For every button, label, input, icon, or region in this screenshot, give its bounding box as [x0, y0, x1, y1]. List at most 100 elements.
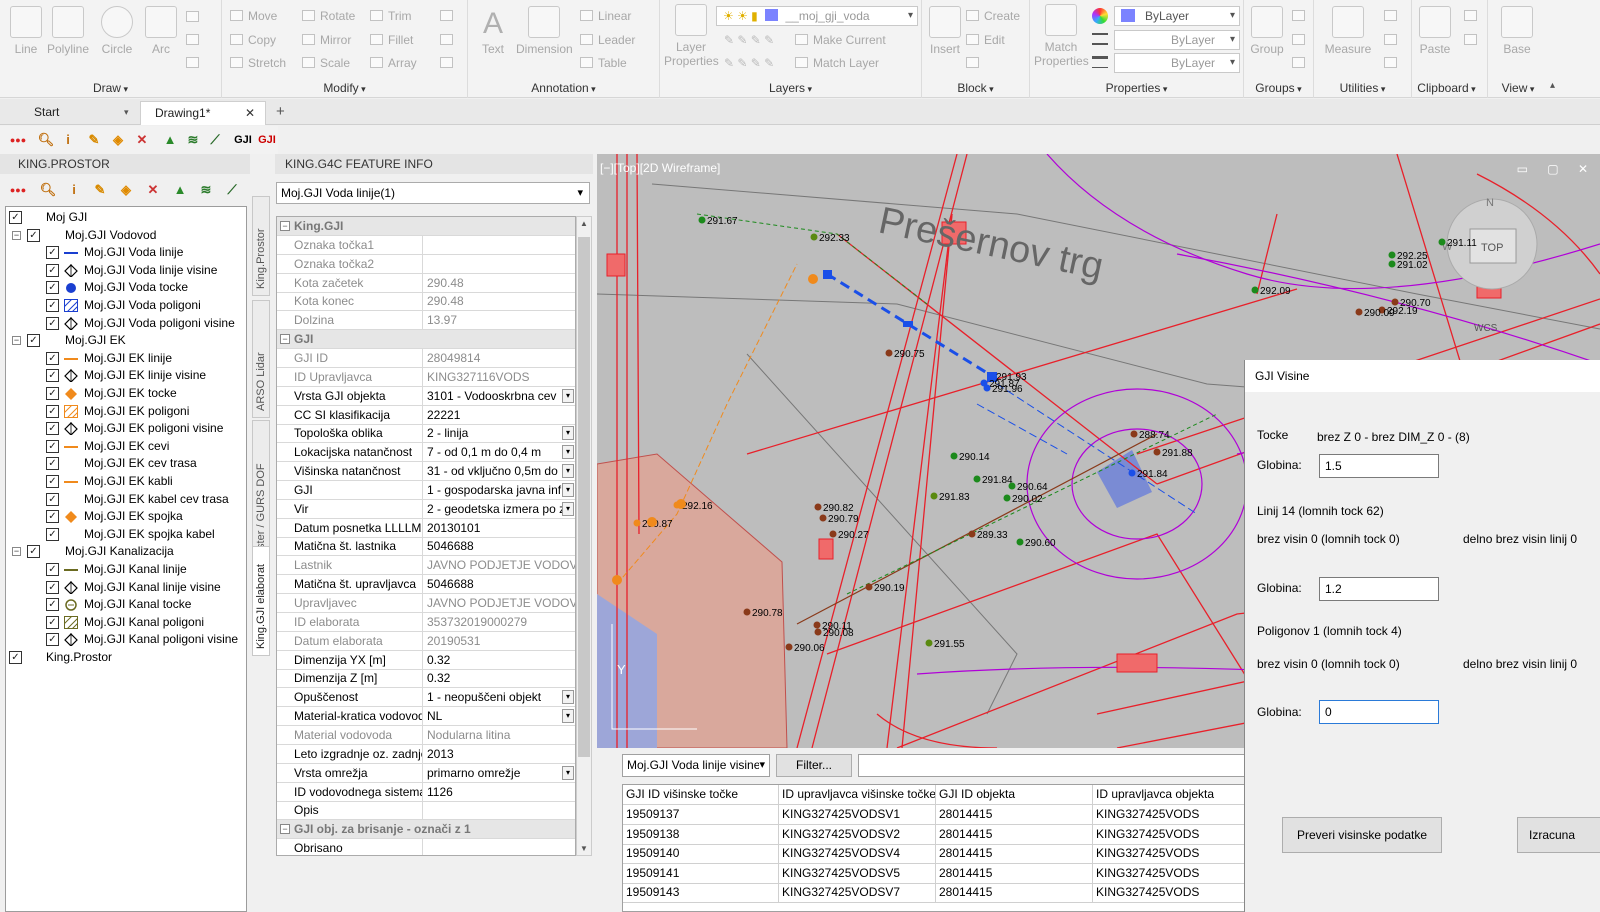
globina-linij-input[interactable]: 1.2	[1319, 577, 1439, 601]
points-icon[interactable]: ●●●	[8, 130, 28, 150]
property-value[interactable]: 1 - neopuščeni objekt	[425, 688, 575, 706]
network-icon[interactable]: ✕	[143, 180, 163, 200]
wcs-label[interactable]: WCS	[1474, 323, 1498, 334]
layer-tree-item[interactable]: ✓ Moj.GJI Voda poligoni visine	[6, 315, 246, 332]
elevation-point[interactable]	[1355, 308, 1363, 316]
layer-tree-item[interactable]: ✓ Moj.GJI EK spojka	[6, 508, 246, 525]
elevation-point[interactable]	[1128, 469, 1136, 477]
property-row[interactable]: Dimenzija Z [m] 0.32	[277, 669, 575, 689]
elevation-point[interactable]	[950, 452, 958, 460]
tree-expander[interactable]: −	[12, 547, 21, 557]
property-value[interactable]: primarno omrežje	[425, 764, 575, 782]
line-button[interactable]: Line	[3, 6, 49, 56]
edit-block-button[interactable]: Edit	[966, 31, 1005, 49]
property-row[interactable]: Upravljavec JAVNO PODJETJE VODOVOD-	[277, 594, 575, 613]
elevation-point[interactable]	[1008, 482, 1016, 490]
modify-group-label[interactable]: Modify	[222, 81, 467, 95]
tag-icon[interactable]: ◈	[108, 130, 128, 150]
layer-tree-group[interactable]: − ✓ Moj.GJI Kanalizacija	[6, 543, 246, 560]
property-value[interactable]	[425, 801, 575, 819]
layers-group-label[interactable]: Layers	[660, 81, 921, 95]
property-row[interactable]: Datum elaborata 20190531	[277, 631, 575, 651]
elevation-point[interactable]	[819, 514, 827, 522]
table-row[interactable]: 19509138 KING327425VODSV2 28014415 KING3274…	[623, 824, 1246, 845]
layer-checkbox[interactable]: ✓	[46, 527, 59, 541]
base-button[interactable]: Base	[1494, 6, 1540, 56]
lineweight-select[interactable]: ByLayer	[1114, 53, 1240, 73]
table-row[interactable]: 19509140 KING327425VODSV4 28014415 KING3274…	[623, 844, 1246, 865]
dropdown-icon[interactable]: ▾	[562, 765, 574, 780]
property-value[interactable]: 0.32	[425, 651, 575, 669]
layer-checkbox[interactable]: ✓	[46, 422, 59, 436]
text-button[interactable]: A Text	[470, 6, 516, 56]
layer-checkbox[interactable]: ✓	[46, 510, 59, 524]
group-button[interactable]: Group	[1244, 6, 1290, 56]
layer-checkbox[interactable]: ✓	[46, 580, 59, 594]
property-row[interactable]: Oznaka točka1	[277, 235, 575, 255]
utilities-group-label[interactable]: Utilities	[1314, 81, 1411, 95]
elevation-point[interactable]	[983, 384, 991, 392]
elevation-point[interactable]	[814, 503, 822, 511]
leader-button[interactable]: Leader	[580, 31, 635, 49]
erase-button[interactable]	[440, 7, 458, 25]
layer-checkbox[interactable]: ✓	[46, 246, 59, 260]
explode-button[interactable]	[440, 31, 458, 49]
clipboard-group-label[interactable]: Clipboard	[1412, 81, 1487, 95]
layer-properties-button[interactable]: Layer Properties	[664, 4, 719, 68]
layer-checkbox[interactable]: ✓	[9, 651, 22, 664]
dropdown-icon[interactable]: ▾	[562, 388, 574, 403]
ek-point[interactable]	[808, 274, 818, 284]
tag-icon[interactable]: ◈	[116, 180, 136, 200]
group-edit-button[interactable]	[1292, 31, 1310, 49]
hatch-button[interactable]	[186, 31, 204, 49]
stretch-button[interactable]: Stretch	[230, 54, 286, 72]
elevation-point[interactable]	[1130, 430, 1138, 438]
viewport-window-controls[interactable]: ▭ ▢ ✕	[1517, 162, 1596, 176]
elevation-point[interactable]	[968, 530, 976, 538]
layer-tree-item[interactable]: ✓ Moj.GJI Kanal poligoni	[6, 614, 246, 631]
side-tab[interactable]: King.Prostor	[252, 196, 270, 296]
layer-tree-item[interactable]: ✓ Moj.GJI EK cevi	[6, 438, 246, 455]
globina-tocke-input[interactable]: 1.5	[1319, 454, 1439, 478]
property-grid-scrollbar[interactable]: ▲ ▼	[576, 216, 592, 856]
property-row[interactable]: GJI ID 28049814	[277, 348, 575, 368]
view-group-label[interactable]: View	[1488, 81, 1548, 95]
make-current-button[interactable]: Make Current	[795, 31, 886, 49]
layer-checkbox[interactable]: ✓	[27, 334, 40, 348]
layer-checkbox[interactable]: ✓	[46, 598, 59, 612]
property-value[interactable]: 2 - geodetska izmera po z	[425, 500, 575, 518]
property-category[interactable]: − King.GJI	[277, 217, 575, 236]
layer-checkbox[interactable]: ✓	[46, 263, 59, 277]
table-row[interactable]: 19509137 KING327425VODSV1 28014415 KING3274…	[623, 805, 1246, 825]
layer-checkbox[interactable]: ✓	[46, 369, 59, 383]
table-row[interactable]: 19509141 KING327425VODSV5 28014415 KING3274…	[623, 863, 1246, 884]
offset-button[interactable]	[440, 54, 458, 72]
elevation-point[interactable]	[973, 475, 981, 483]
property-value[interactable]: 1 - gospodarska javna inf	[425, 481, 575, 499]
property-row[interactable]: Vir 2 - geodetska izmera po z ▾	[277, 499, 575, 519]
layer-checkbox[interactable]: ✓	[27, 545, 40, 559]
layer-tree-group[interactable]: ✓ King.Prostor	[6, 649, 246, 666]
points-icon[interactable]: ●●●	[8, 180, 28, 200]
block-group-label[interactable]: Block	[922, 81, 1029, 95]
layer-checkbox[interactable]: ✓	[46, 492, 59, 506]
elevation-point[interactable]	[829, 530, 837, 538]
insert-button[interactable]: Insert	[922, 6, 968, 56]
property-row[interactable]: Datum posnetka LLLLMMDD20130101	[277, 518, 575, 538]
property-row[interactable]: Opis	[277, 801, 575, 821]
elevation-point[interactable]	[1438, 238, 1446, 246]
profile-icon[interactable]: ⟋	[205, 130, 225, 150]
column-header[interactable]: ID upravljavca višinske točke	[779, 785, 936, 805]
groups-group-label[interactable]: Groups	[1244, 81, 1313, 95]
copy-button[interactable]: Copy	[230, 31, 276, 49]
property-value[interactable]: 20130101	[425, 519, 575, 537]
color-select[interactable]: ByLayer	[1114, 6, 1240, 26]
scroll-down-icon[interactable]: ▼	[580, 844, 588, 853]
dropdown-icon[interactable]: ▾	[562, 501, 574, 516]
network-icon[interactable]: ✕	[132, 130, 152, 150]
table-row[interactable]: 19509143 KING327425VODSV7 28014415 KING3274…	[623, 883, 1246, 904]
property-row[interactable]: Opuščenost 1 - neopuščeni objekt ▾	[277, 688, 575, 708]
layer-tree-item[interactable]: ✓ Moj.GJI EK spojka kabel	[6, 526, 246, 543]
layer-checkbox[interactable]: ✓	[27, 228, 40, 242]
tree-expander[interactable]: −	[12, 230, 21, 240]
